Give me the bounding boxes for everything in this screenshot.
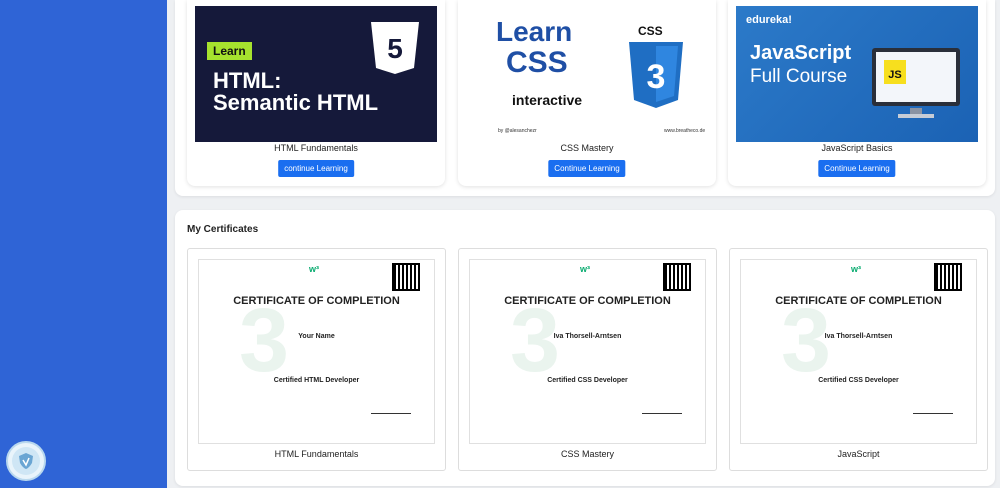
certificate-card[interactable]: 3 w³ CERTIFICATE OF COMPLETION Iva Thors… [729, 248, 988, 471]
certificate-header: CERTIFICATE OF COMPLETION [504, 295, 671, 307]
courses-section: Learn HTML: Semantic HTML 5 HTML Fundame… [175, 0, 995, 196]
course-thumbnail: Learn CSS interactive CSS 3 by @alesanch… [466, 6, 708, 142]
course-title: JavaScript Basics [821, 143, 893, 153]
svg-text:3: 3 [647, 58, 666, 96]
thumb-site: www.breatheco.de [664, 128, 706, 134]
css3-shield-icon: 3 [629, 42, 683, 108]
certificate-card[interactable]: 3 w³ CERTIFICATE OF COMPLETION Iva Thors… [458, 248, 717, 471]
thumb-author: by @alesanchezr [498, 128, 537, 134]
continue-learning-button[interactable]: continue Learning [278, 160, 354, 177]
shield-icon [12, 447, 40, 475]
html5-shield-icon: 5 [371, 22, 419, 74]
certificate-card[interactable]: 3 w³ CERTIFICATE OF COMPLETION Your Name… [187, 248, 446, 471]
course-thumbnail: Learn HTML: Semantic HTML 5 [195, 6, 437, 142]
course-thumbnail: edureka! JavaScript Full Course JS [736, 6, 978, 142]
main-content: Learn HTML: Semantic HTML 5 HTML Fundame… [167, 0, 1000, 488]
sidebar [0, 0, 167, 488]
certificate-title: CSS Mastery [560, 449, 614, 459]
continue-learning-button[interactable]: Continue Learning [818, 160, 896, 177]
certificate-recipient: Your Name [298, 333, 335, 340]
w3schools-logo-icon: w³ [580, 264, 590, 274]
certificate-course: Certified CSS Developer [547, 377, 628, 384]
qr-code-icon [392, 263, 420, 291]
certificate-title: HTML Fundamentals [274, 449, 359, 459]
thumb-line2: Full Course [750, 66, 848, 87]
certificate-image: 3 w³ CERTIFICATE OF COMPLETION Your Name… [198, 259, 435, 444]
certificate-title: JavaScript [837, 449, 880, 459]
thumb-line1: JavaScript [750, 42, 852, 64]
certificate-recipient: Iva Thorsell-Arntsen [824, 333, 893, 340]
course-title: CSS Mastery [560, 143, 614, 153]
monitor-icon: JS [872, 48, 960, 118]
thumb-tag: Learn [207, 42, 252, 60]
signature-graphic [371, 402, 411, 414]
course-card-css: Learn CSS interactive CSS 3 by @alesanch… [458, 0, 716, 186]
certificates-section: My Certificates 3 w³ CERTIFICATE OF COMP… [175, 210, 995, 486]
certificate-course: Certified HTML Developer [273, 377, 360, 384]
svg-text:JS: JS [888, 69, 901, 81]
thumb-line2: Semantic HTML [213, 90, 379, 115]
continue-learning-button[interactable]: Continue Learning [548, 160, 626, 177]
signature-graphic [913, 402, 953, 414]
app-logo[interactable] [6, 441, 46, 481]
thumb-line2: CSS [506, 46, 568, 79]
w3schools-logo-icon: w³ [851, 264, 861, 274]
thumb-badge: CSS [638, 24, 663, 38]
thumb-brand: edureka! [746, 14, 792, 26]
svg-text:5: 5 [387, 33, 403, 64]
signature-graphic [642, 402, 682, 414]
section-title: My Certificates [187, 224, 259, 235]
certificate-header: CERTIFICATE OF COMPLETION [775, 295, 942, 307]
thumb-interactive: interactive [512, 92, 583, 108]
certificate-recipient: Iva Thorsell-Arntsen [553, 333, 622, 340]
certificate-course: Certified CSS Developer [818, 377, 899, 384]
course-title: HTML Fundamentals [274, 143, 358, 153]
course-card-js: edureka! JavaScript Full Course JS JavaS… [728, 0, 986, 186]
w3schools-logo-icon: w³ [309, 264, 319, 274]
certificate-image: 3 w³ CERTIFICATE OF COMPLETION Iva Thors… [740, 259, 977, 444]
qr-code-icon [663, 263, 691, 291]
certificate-image: 3 w³ CERTIFICATE OF COMPLETION Iva Thors… [469, 259, 706, 444]
course-card-html: Learn HTML: Semantic HTML 5 HTML Fundame… [187, 0, 445, 186]
certificate-header: CERTIFICATE OF COMPLETION [233, 295, 400, 307]
qr-code-icon [934, 263, 962, 291]
thumb-line1: Learn [496, 16, 573, 47]
